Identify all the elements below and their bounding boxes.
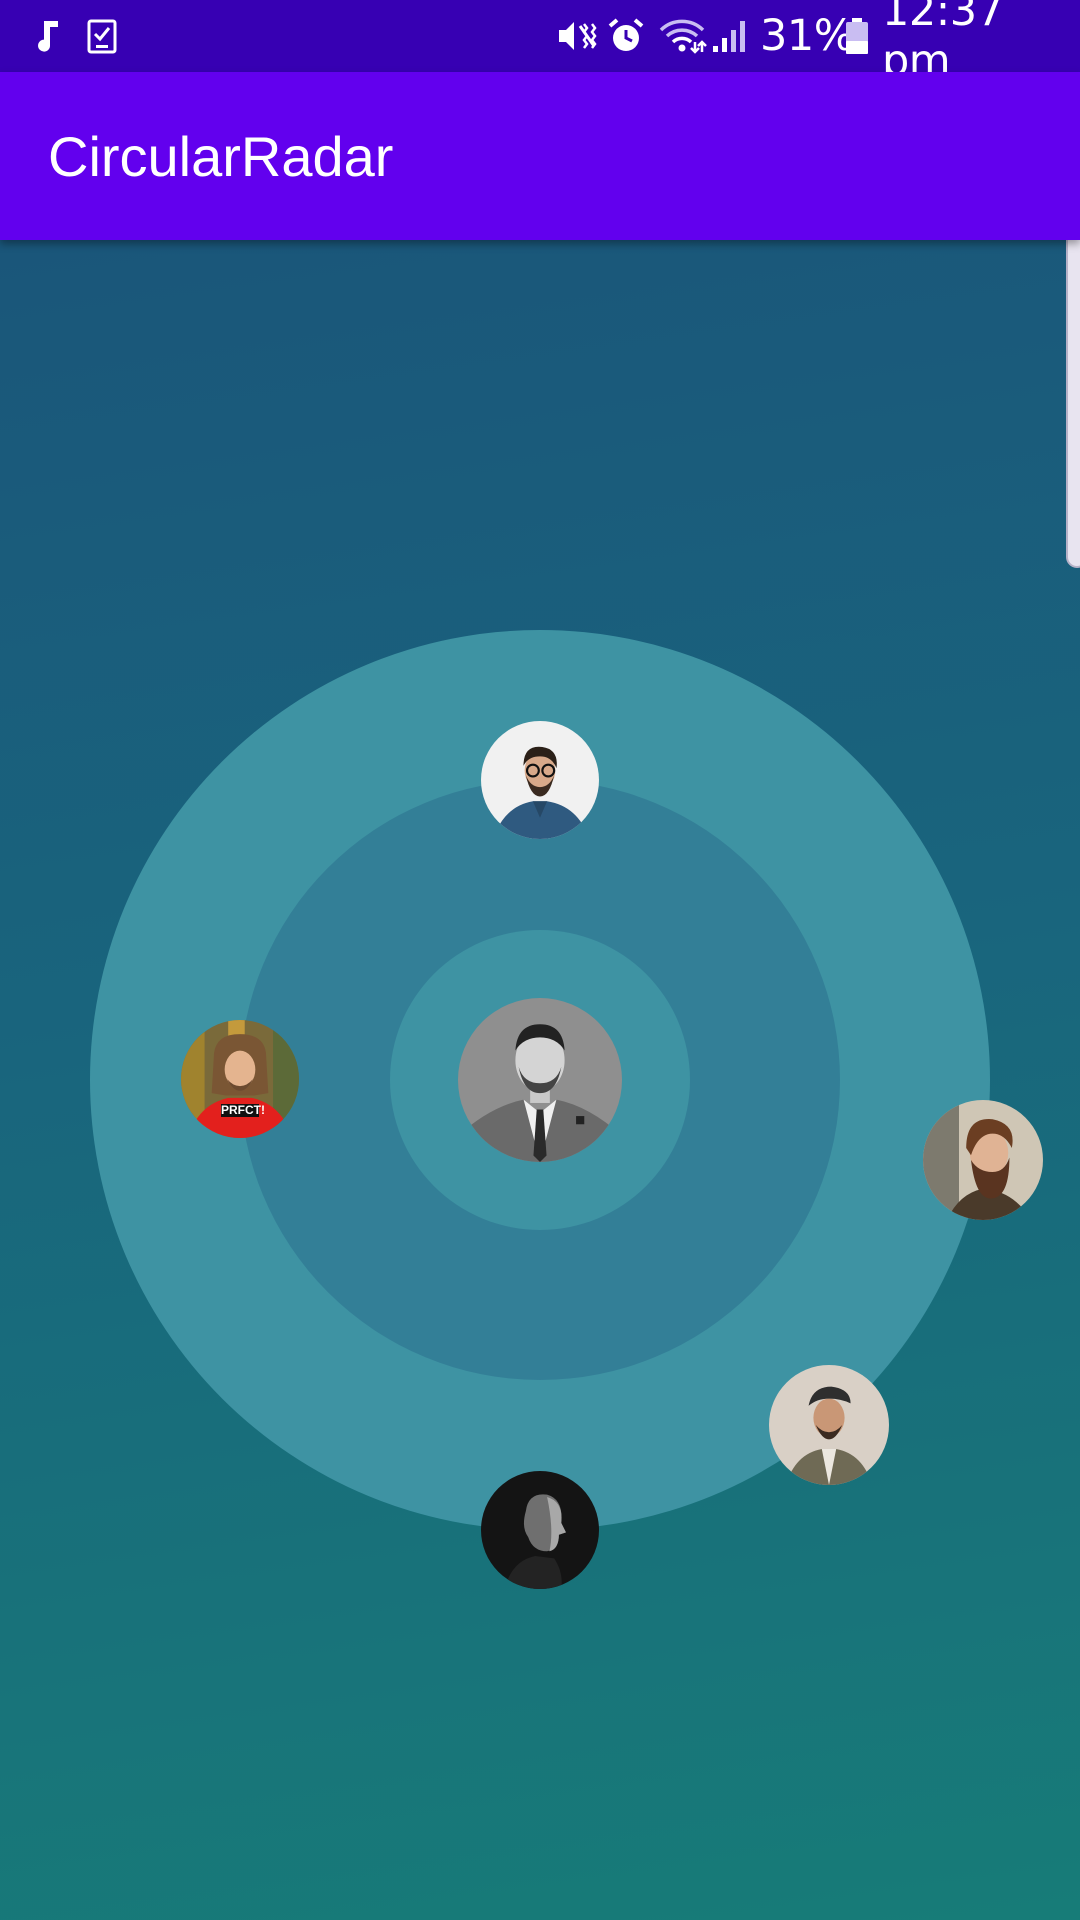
center-user-avatar[interactable] [458, 998, 622, 1162]
task-check-icon [86, 0, 118, 72]
alarm-icon [606, 0, 646, 72]
app-title: CircularRadar [48, 124, 394, 188]
radar-content: PRFCT! [0, 240, 1080, 1920]
status-time: 12:37 pm [882, 0, 1004, 86]
avatar-man-denim-shirt[interactable] [481, 721, 599, 839]
battery-percent: 31% [760, 11, 855, 61]
shirt-text: PRFCT! [221, 1103, 265, 1117]
app-bar: CircularRadar [0, 72, 1080, 240]
battery-icon [842, 0, 872, 72]
music-note-icon [32, 0, 62, 72]
avatar-bearded-man-right[interactable] [923, 1100, 1043, 1220]
wifi-icon [658, 0, 708, 72]
mute-vibrate-icon [556, 0, 598, 72]
avatar-man-red-tshirt[interactable]: PRFCT! [181, 1020, 299, 1138]
avatar-man-profile-dark[interactable] [481, 1471, 599, 1589]
signal-icon [710, 0, 750, 72]
scroll-handle[interactable] [1066, 240, 1080, 568]
status-bar: 31% 12:37 pm [0, 0, 1080, 86]
avatar-man-flat-cap[interactable] [769, 1365, 889, 1485]
